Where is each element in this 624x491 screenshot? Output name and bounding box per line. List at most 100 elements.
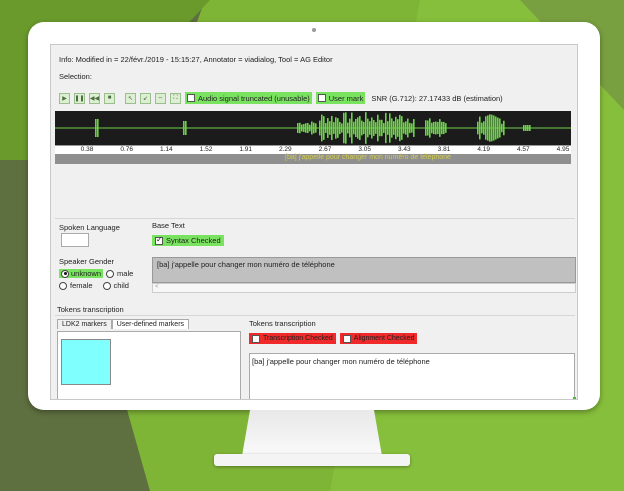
waveform-sample: [413, 119, 415, 137]
gender-option-unknown[interactable]: unknown: [59, 269, 104, 278]
divider: [55, 218, 575, 219]
waveform-sample: [375, 122, 377, 134]
waveform-sample: [353, 121, 355, 135]
waveform-sample: [251, 127, 253, 129]
waveform-sample: [159, 127, 161, 129]
waveform-sample: [201, 127, 203, 129]
zoom-fit-icon[interactable]: ⇔: [155, 92, 166, 104]
waveform-sample: [541, 127, 543, 129]
waveform-sample: [247, 127, 249, 129]
axis-tick-label: 0.38: [80, 146, 94, 153]
waveform-sample: [539, 127, 541, 129]
waveform-sample: [211, 127, 213, 129]
waveform-sample: [167, 127, 169, 129]
waveform-sample: [221, 127, 223, 129]
waveform-sample: [81, 127, 83, 129]
waveform-sample: [259, 127, 261, 129]
gender-male-label: male: [117, 269, 134, 278]
tokens-transcription-field[interactable]: [ba] j'appelle pour changer mon numéro d…: [249, 353, 575, 399]
waveform-sample: [455, 127, 457, 129]
waveform-sample: [129, 127, 131, 129]
syntax-checked-box[interactable]: [155, 235, 163, 245]
audio-truncated-box[interactable]: [187, 94, 195, 102]
spoken-language-field[interactable]: [61, 233, 89, 247]
waveform-sample: [337, 118, 339, 138]
waveform-sample: [371, 117, 373, 139]
axis-tick-label: 4.95: [556, 146, 570, 153]
base-text-field[interactable]: [ba] j'appelle pour changer mon numéro d…: [152, 257, 576, 283]
axis-tick-label: 1.91: [239, 146, 252, 153]
waveform-sample: [223, 127, 225, 129]
axis-tick-label: 3.81: [437, 146, 451, 153]
waveform-sample: [397, 119, 399, 137]
waveform-sample: [453, 127, 455, 129]
waveform-sample: [265, 127, 267, 129]
waveform-sample: [267, 127, 269, 129]
waveform-sample: [493, 115, 495, 141]
base-text-scrollbar[interactable]: <: [152, 283, 576, 293]
axis-tick-label: 4.19: [477, 146, 490, 153]
waveform-sample: [547, 127, 549, 129]
syntax-checked-checkbox[interactable]: Syntax Checked: [152, 235, 224, 246]
gender-female-label: female: [70, 281, 93, 290]
waveform-sample: [99, 127, 101, 129]
axis-tick-label: 3.43: [398, 146, 411, 153]
user-mark-checkbox[interactable]: User mark: [315, 92, 366, 104]
waveform-sample: [545, 127, 547, 129]
waveform-sample: [307, 122, 309, 134]
waveform-sample: [61, 127, 63, 129]
tab-ldk2-markers[interactable]: LDK2 markers: [57, 319, 112, 329]
stop-icon[interactable]: ■: [104, 92, 115, 104]
alignment-checked-box[interactable]: [342, 334, 351, 343]
waveform-sample: [179, 127, 181, 129]
waveform-sample: [535, 127, 537, 129]
user-mark-box[interactable]: [317, 94, 326, 102]
waveform-sample: [217, 127, 219, 129]
waveform[interactable]: [55, 111, 571, 145]
waveform-sample: [239, 127, 241, 129]
waveform-sample: [467, 127, 469, 129]
waveform-sample: [133, 127, 135, 129]
rewind-icon[interactable]: ◀◀: [89, 92, 100, 104]
radio-female[interactable]: [59, 281, 67, 290]
check-row: Transcription Checked Alignment Checked: [249, 333, 418, 344]
marker-color-swatch[interactable]: [61, 339, 111, 385]
radio-male[interactable]: [106, 269, 115, 278]
zoom-out-icon[interactable]: ↙: [140, 92, 151, 104]
waveform-sample: [395, 116, 397, 140]
waveform-sample: [161, 127, 163, 129]
scroll-left-icon[interactable]: <: [155, 284, 159, 290]
waveform-sample: [491, 114, 493, 142]
waveform-sample: [499, 118, 501, 138]
waveform-sample: [285, 127, 287, 129]
waveform-sample: [475, 127, 477, 129]
radio-child[interactable]: [102, 281, 111, 290]
waveform-sample: [519, 127, 521, 129]
pause-icon[interactable]: ❚❚: [74, 92, 85, 104]
waveform-sample: [521, 127, 523, 129]
transcription-checked-checkbox[interactable]: Transcription Checked: [249, 333, 336, 344]
waveform-sample: [205, 127, 207, 129]
waveform-sample: [59, 127, 61, 129]
waveform-sample: [301, 124, 303, 132]
segment-bar[interactable]: [ba] j'appelle pour changer mon numéro d…: [55, 154, 571, 164]
waveform-sample: [503, 120, 505, 136]
waveform-sample: [569, 127, 571, 129]
transcription-checked-box[interactable]: [252, 334, 260, 343]
waveform-sample: [91, 127, 93, 129]
waveform-sample: [423, 127, 425, 129]
waveform-sample: [501, 123, 503, 133]
waveform-sample: [151, 127, 153, 129]
waveform-sample: [295, 127, 297, 129]
play-icon[interactable]: ▶: [59, 92, 70, 104]
audio-truncated-checkbox[interactable]: Audio signal truncated (unusable): [185, 92, 312, 104]
radio-unknown[interactable]: [61, 269, 69, 278]
waveform-sample: [289, 127, 291, 129]
alignment-checked-checkbox[interactable]: Alignment Checked: [339, 333, 418, 344]
tab-user-defined-markers[interactable]: User-defined markers: [111, 319, 190, 329]
waveform-sample: [269, 127, 271, 129]
waveform-sample: [437, 121, 439, 135]
zoom-all-icon[interactable]: ⛶: [170, 92, 181, 104]
tokens-transcription-value: [ba] j'appelle pour changer mon numéro d…: [252, 357, 430, 366]
zoom-in-icon[interactable]: ↖: [125, 92, 136, 104]
